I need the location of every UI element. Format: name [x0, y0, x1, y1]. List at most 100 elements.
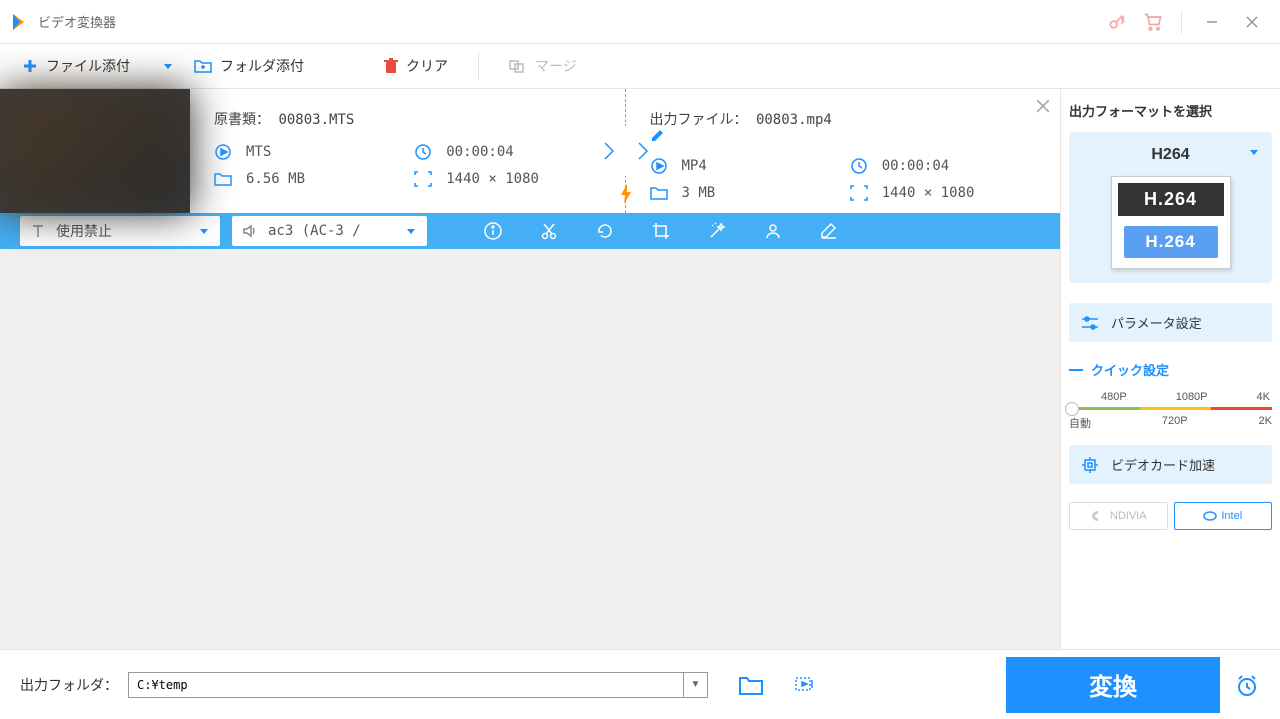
file-attach-label: ファイル添付 — [46, 56, 130, 76]
nvidia-icon — [1090, 510, 1106, 522]
output-filename: 00803.mp4 — [756, 112, 832, 128]
clock-icon — [414, 143, 432, 161]
h264-badge-dark: H.264 — [1118, 183, 1224, 216]
nvidia-button[interactable]: NDIVIA — [1069, 502, 1168, 530]
app-title: ビデオ変換器 — [38, 12, 116, 31]
video-thumbnail[interactable] — [0, 89, 190, 213]
resolution-slider[interactable] — [1069, 407, 1272, 411]
format-thumbnail: H.264 H.264 — [1111, 176, 1231, 269]
intel-button[interactable]: Intel — [1174, 502, 1273, 530]
nvidia-label: NDIVIA — [1110, 510, 1147, 522]
clear-button[interactable]: クリア — [374, 50, 458, 82]
output-folder-input[interactable] — [129, 673, 683, 697]
edit-filename-button[interactable] — [650, 129, 1037, 143]
chevron-down-icon — [198, 225, 210, 237]
merge-label: マージ — [535, 56, 577, 76]
remove-file-button[interactable] — [1036, 99, 1050, 113]
resolution-labels-bottom: 自動 720P 2K — [1069, 415, 1272, 431]
output-folder-label: 出力フォルダ： — [20, 675, 118, 695]
source-format: MTS — [246, 144, 400, 160]
source-filename: 00803.MTS — [278, 112, 354, 128]
crop-button[interactable] — [651, 221, 671, 241]
open-folder-button[interactable] — [738, 674, 764, 696]
edit-button[interactable] — [819, 221, 839, 241]
title-bar: ビデオ変換器 — [0, 0, 1280, 44]
queue-button[interactable] — [794, 674, 816, 696]
folder-attach-button[interactable]: フォルダ添付 — [184, 50, 314, 82]
cart-icon[interactable] — [1135, 7, 1171, 37]
chip-icon — [1081, 456, 1099, 474]
chevron-right-icon — [602, 140, 616, 162]
h264-badge-blue: H.264 — [1124, 226, 1218, 258]
cut-button[interactable] — [539, 221, 559, 241]
folder-plus-icon — [194, 58, 212, 74]
merge-icon — [509, 58, 527, 74]
right-panel: 出力フォーマットを選択 H264 H.264 H.264 パラメータ設定 クイッ… — [1060, 89, 1280, 649]
source-label: 原書類： — [214, 112, 270, 128]
subtitle-value: 使用禁止 — [56, 221, 186, 241]
parameter-settings-button[interactable]: パラメータ設定 — [1069, 303, 1272, 342]
quick-settings-header: クイック設定 — [1069, 360, 1272, 379]
sliders-icon — [1081, 315, 1099, 331]
file-row: 原書類： 00803.MTS MTS 00:00:04 6.56 MB 1440… — [0, 89, 1060, 213]
audio-value: ac3 (AC-3 / — [268, 223, 393, 239]
source-size: 6.56 MB — [246, 171, 400, 187]
resolution-icon — [414, 171, 432, 187]
file-attach-button[interactable]: ファイル添付 — [12, 50, 140, 82]
quick-settings-label: クイック設定 — [1091, 360, 1169, 379]
resolution-labels-top: 480P 1080P 4K — [1069, 391, 1272, 403]
speaker-icon — [242, 223, 258, 239]
source-duration: 00:00:04 — [446, 144, 600, 160]
plus-icon — [22, 58, 38, 74]
effects-button[interactable] — [707, 221, 727, 241]
subtitle-dropdown[interactable]: 使用禁止 — [20, 216, 220, 246]
folder-icon — [650, 185, 668, 201]
chevron-down-icon — [405, 225, 417, 237]
output-format-title: 出力フォーマットを選択 — [1069, 101, 1272, 120]
source-resolution: 1440 × 1080 — [446, 171, 600, 187]
parameter-settings-label: パラメータ設定 — [1111, 313, 1202, 332]
format-card[interactable]: H264 H.264 H.264 — [1069, 132, 1272, 283]
format-icon — [214, 143, 232, 161]
close-button[interactable] — [1232, 7, 1272, 37]
format-icon — [650, 157, 668, 175]
toolbar: ファイル添付 フォルダ添付 クリア マージ — [0, 44, 1280, 89]
key-icon[interactable] — [1099, 7, 1135, 37]
video-card-accel-button[interactable]: ビデオカード加速 — [1069, 445, 1272, 484]
video-card-accel-label: ビデオカード加速 — [1111, 455, 1215, 474]
app-logo-icon — [8, 12, 28, 32]
info-button[interactable] — [483, 221, 503, 241]
output-folder-dropdown-button[interactable]: ▼ — [683, 673, 707, 697]
output-format: MP4 — [682, 158, 836, 174]
convert-label: 変換 — [1089, 667, 1137, 702]
source-column: 原書類： 00803.MTS MTS 00:00:04 6.56 MB 1440… — [190, 89, 625, 213]
audio-dropdown[interactable]: ac3 (AC-3 / — [232, 216, 427, 246]
intel-icon — [1203, 509, 1217, 523]
clock-icon — [850, 157, 868, 175]
merge-button[interactable]: マージ — [499, 50, 587, 82]
rotate-button[interactable] — [595, 221, 615, 241]
intel-label: Intel — [1221, 510, 1242, 522]
convert-button[interactable]: 変換 — [1006, 657, 1220, 713]
output-duration: 00:00:04 — [882, 158, 1036, 174]
trash-icon — [384, 58, 398, 74]
clear-label: クリア — [406, 56, 448, 76]
output-column: 出力ファイル： 00803.mp4 MP4 00:00:04 3 MB — [626, 89, 1061, 213]
folder-attach-label: フォルダ添付 — [220, 56, 304, 76]
format-dropdown-icon[interactable] — [1248, 146, 1260, 158]
resolution-icon — [850, 185, 868, 201]
output-size: 3 MB — [682, 185, 836, 201]
file-attach-dropdown[interactable] — [152, 60, 184, 72]
watermark-button[interactable] — [763, 221, 783, 241]
slider-thumb[interactable] — [1065, 402, 1079, 416]
output-label: 出力ファイル： — [650, 112, 748, 128]
folder-icon — [214, 171, 232, 187]
output-folder-input-group: ▼ — [128, 672, 708, 698]
output-resolution: 1440 × 1080 — [882, 185, 1036, 201]
edit-toolbar: 使用禁止 ac3 (AC-3 / — [0, 213, 1060, 249]
bottom-bar: 出力フォルダ： ▼ 変換 — [0, 649, 1280, 719]
text-icon — [30, 223, 46, 239]
minimize-button[interactable] — [1192, 7, 1232, 37]
schedule-button[interactable] — [1234, 672, 1260, 698]
format-name: H264 — [1079, 146, 1262, 164]
